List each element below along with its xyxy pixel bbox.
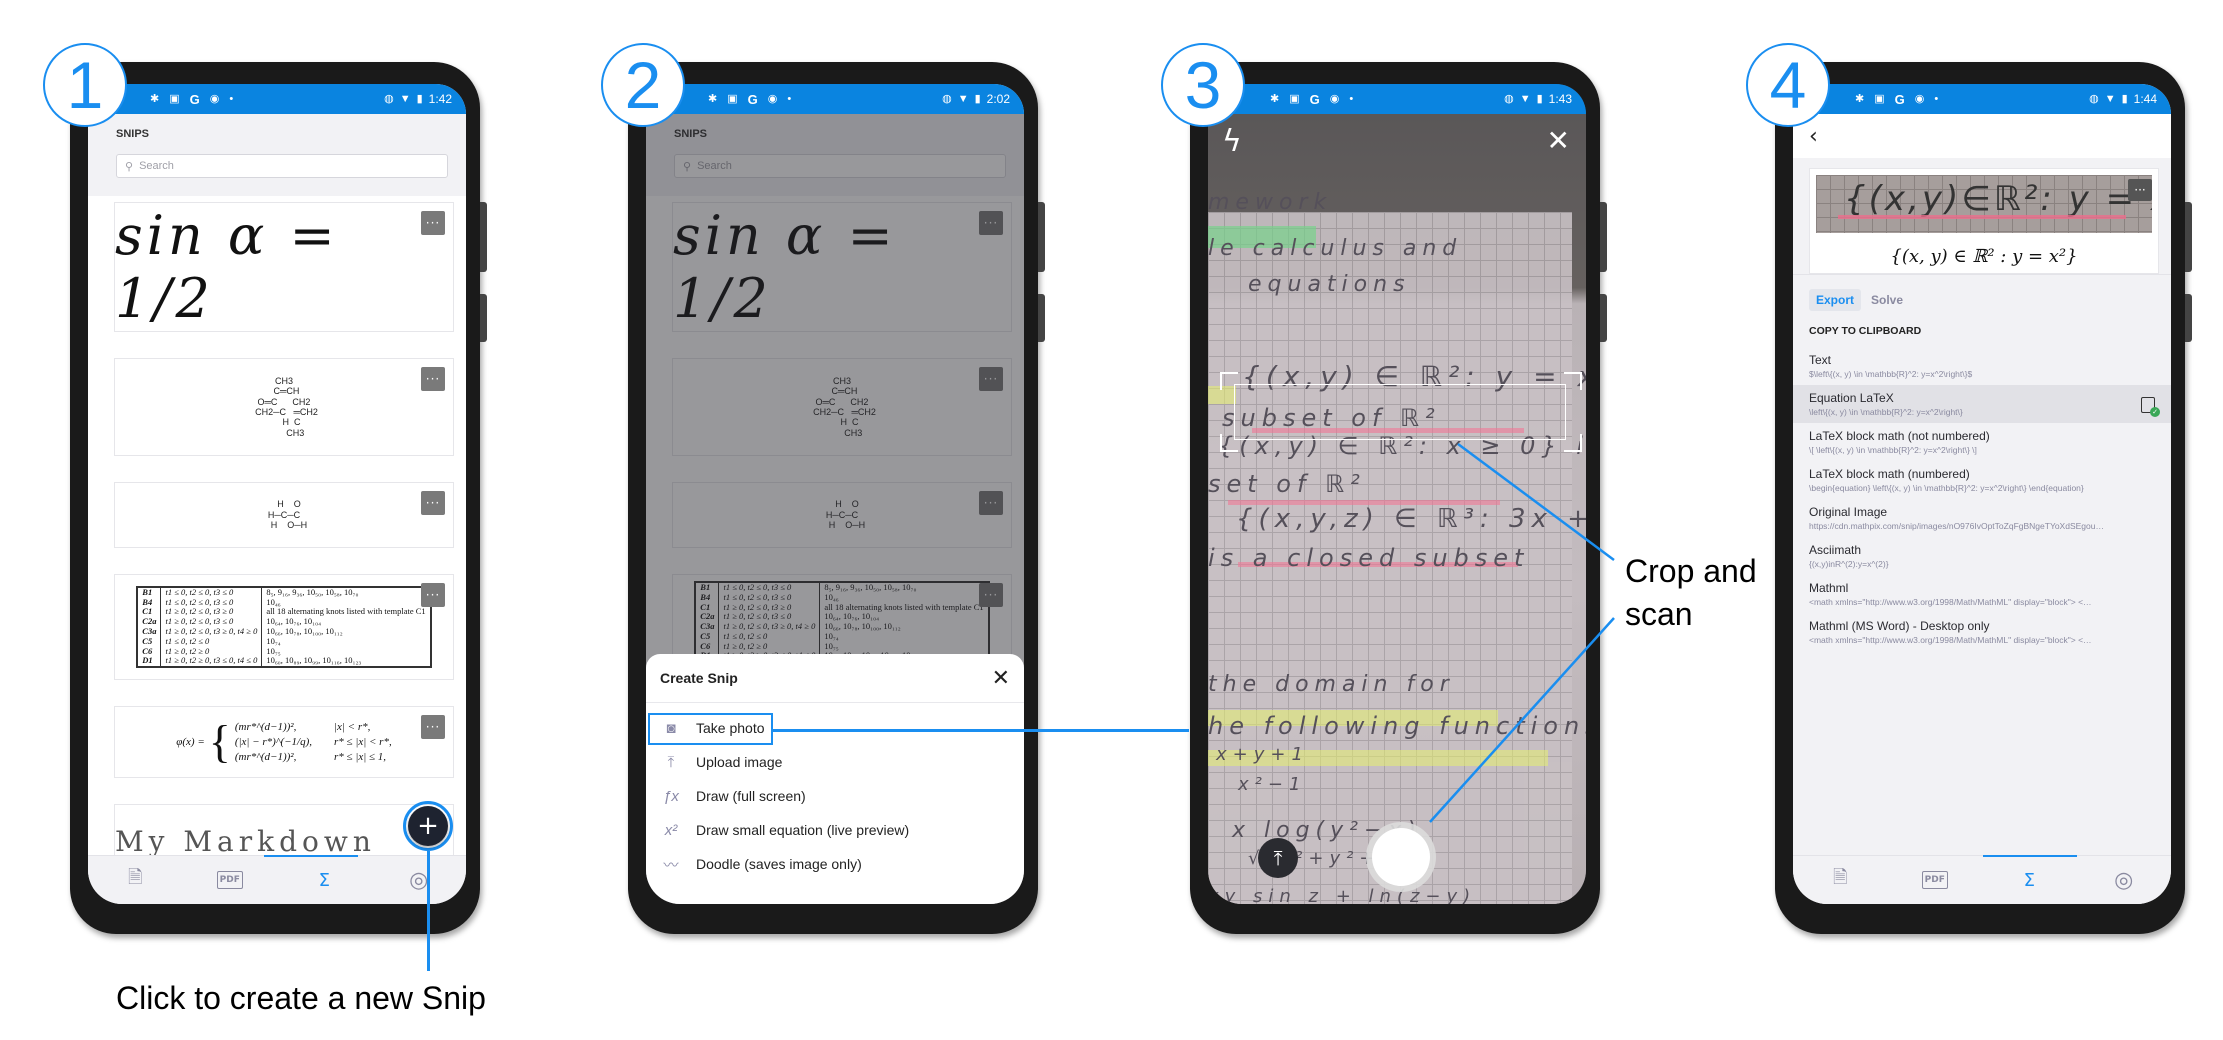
callout-line [1457, 442, 1615, 562]
create-snip-fab[interactable]: + [408, 806, 448, 846]
crop-callout-lines [1429, 442, 1615, 823]
callout-line [1429, 617, 1615, 823]
